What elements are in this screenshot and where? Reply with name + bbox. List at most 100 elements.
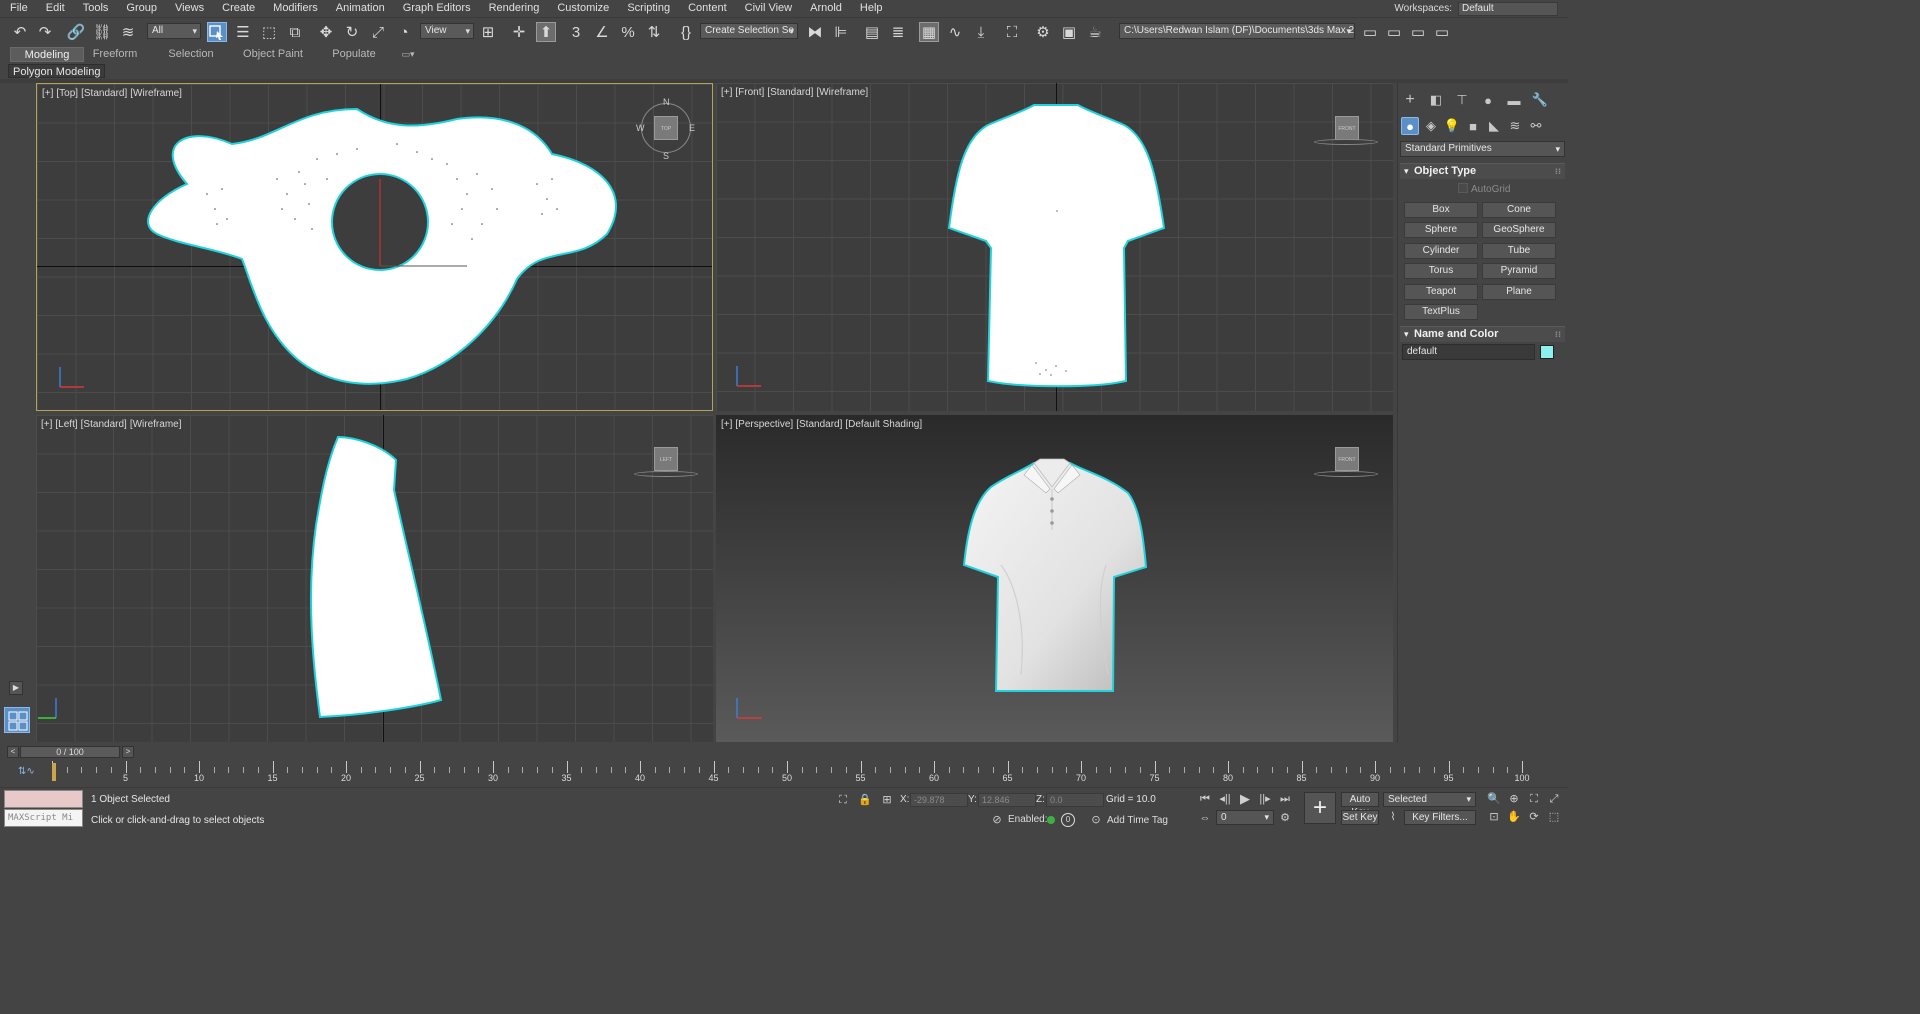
menu-graph-editors[interactable]: Graph Editors [394, 0, 480, 17]
select-manipulate-icon[interactable]: ✛ [509, 22, 529, 42]
menu-tools[interactable]: Tools [74, 0, 118, 17]
menu-scripting[interactable]: Scripting [618, 0, 679, 17]
link-icon[interactable]: 🔗 [66, 22, 86, 42]
selection-filter-dropdown[interactable]: All [147, 23, 201, 39]
create-project-icon[interactable]: ▭ [1384, 22, 1404, 42]
autogrid-checkbox[interactable]: AutoGrid [1458, 183, 1510, 195]
expand-layout-icon[interactable]: ▶ [9, 681, 23, 695]
bind-space-warp-icon[interactable]: ≋ [118, 22, 138, 42]
modify-tab-icon[interactable]: ◧ [1427, 91, 1445, 109]
key-filters-button[interactable]: Key Filters... [1404, 810, 1476, 825]
selection-lock-icon[interactable]: 🔒 [858, 793, 872, 807]
reference-coordinate-dropdown[interactable]: View [420, 23, 474, 39]
align-icon[interactable]: ⊫ [831, 22, 851, 42]
menu-animation[interactable]: Animation [327, 0, 394, 17]
tab-populate[interactable]: Populate [324, 47, 384, 62]
box-button[interactable]: Box [1404, 202, 1478, 218]
rotate-icon[interactable]: ↻ [342, 22, 362, 42]
rendered-frame-window-icon[interactable]: ▣ [1059, 22, 1079, 42]
render-production-icon[interactable]: ☕ [1085, 22, 1105, 42]
keyboard-shortcut-override-icon[interactable]: ⬆ [536, 22, 556, 42]
track-bar[interactable]: ⇅∿ 5 10 15 20 25 30 35 40 45 50 55 60 65 70 75 80 85 90 95… [0, 761, 1568, 787]
scale-icon[interactable]: ⤢ [368, 22, 388, 42]
pivot-center-icon[interactable]: ⊞ [478, 22, 498, 42]
viewport-layout-icon[interactable] [4, 707, 30, 733]
menu-help[interactable]: Help [851, 0, 892, 17]
previous-frame-icon[interactable]: ◂|| [1218, 792, 1232, 806]
play-icon[interactable]: ▶ [1238, 792, 1252, 806]
project-folder-icon[interactable]: ▭ [1360, 22, 1380, 42]
workspace-dropdown[interactable]: Default [1458, 1, 1558, 16]
maxscript-listener[interactable]: MAXScript Mi [4, 790, 83, 827]
viewcube-ring[interactable] [634, 471, 698, 477]
tab-object-paint[interactable]: Object Paint [240, 47, 306, 62]
layer-explorer-icon[interactable]: ≣ [888, 22, 908, 42]
save-project-icon[interactable]: ▭ [1432, 22, 1452, 42]
viewcube-ring[interactable] [1314, 471, 1378, 477]
object-name-field[interactable]: default [1402, 344, 1535, 360]
time-configuration-icon[interactable]: ⚙ [1278, 811, 1292, 825]
menu-file[interactable]: File [0, 0, 37, 17]
systems-icon[interactable]: ⚯ [1527, 117, 1545, 135]
zoom-extents-all-icon[interactable]: ⤢ [1547, 792, 1561, 806]
default-in-out-tangents-icon[interactable]: ⌇ [1386, 810, 1400, 824]
viewcube-ring[interactable] [1314, 139, 1378, 145]
add-time-tag[interactable]: Add Time Tag [1107, 815, 1168, 826]
scene-explorer-icon[interactable]: ▤ [862, 22, 882, 42]
teapot-button[interactable]: Teapot [1404, 284, 1478, 300]
space-warps-icon[interactable]: ≋ [1506, 117, 1524, 135]
menu-rendering[interactable]: Rendering [480, 0, 549, 17]
primitive-category-dropdown[interactable]: Standard Primitives [1400, 141, 1565, 157]
move-icon[interactable]: ✥ [316, 22, 336, 42]
zoom-extents-icon[interactable]: ⛶ [1527, 792, 1541, 806]
render-setup-icon[interactable]: ⚙ [1033, 22, 1053, 42]
time-slider-prev-icon[interactable]: < [7, 746, 19, 758]
motion-tab-icon[interactable]: ● [1479, 91, 1497, 109]
cone-button[interactable]: Cone [1482, 202, 1556, 218]
placement-icon[interactable]: ◔ [394, 22, 414, 42]
viewport-perspective[interactable]: [+] [Perspective] [Standard] [Default Shadi… [716, 415, 1393, 742]
pyramid-button[interactable]: Pyramid [1482, 263, 1556, 279]
maxscript-output[interactable] [4, 790, 83, 808]
menu-customize[interactable]: Customize [548, 0, 618, 17]
maximize-viewport-icon[interactable]: ⬚ [1547, 810, 1561, 824]
key-selection-dropdown[interactable]: Selected [1383, 792, 1476, 807]
time-tag-icon[interactable]: ⊙ [1089, 813, 1103, 827]
absolute-mode-icon[interactable]: ⊞ [880, 793, 894, 807]
select-object-icon[interactable] [207, 22, 227, 42]
set-key-button[interactable]: Set Key [1341, 810, 1379, 825]
y-coord-field[interactable]: 12.846 [978, 793, 1036, 807]
project-path-dropdown[interactable]: C:\Users\Redwan Islam (DF)\Documents\3ds… [1119, 23, 1355, 39]
display-tab-icon[interactable]: ▬ [1505, 91, 1523, 109]
window-crossing-icon[interactable]: ⧉ [285, 22, 305, 42]
named-selection-set-dropdown[interactable]: Create Selection Se [700, 23, 798, 39]
spinner-snap-icon[interactable]: ⇅ [644, 22, 664, 42]
viewcube-left[interactable]: LEFT [654, 447, 678, 471]
helpers-icon[interactable]: ◣ [1485, 117, 1503, 135]
shapes-icon[interactable]: ◈ [1422, 117, 1440, 135]
pan-view-icon[interactable]: ✋ [1507, 810, 1521, 824]
ribbon-toggle-icon[interactable]: ▦ [919, 22, 939, 42]
adaptive-degradation-icon[interactable]: ⊘ [990, 813, 1004, 827]
menu-modifiers[interactable]: Modifiers [264, 0, 327, 17]
time-slider-next-icon[interactable]: > [122, 746, 134, 758]
current-frame-field[interactable]: 0 [1216, 810, 1274, 825]
utilities-tab-icon[interactable]: 🔧 [1531, 91, 1549, 109]
menu-edit[interactable]: Edit [37, 0, 74, 17]
menu-group[interactable]: Group [117, 0, 166, 17]
mini-curve-editor-icon[interactable]: ⇅∿ [18, 766, 35, 777]
create-tab-icon[interactable]: + [1401, 91, 1419, 109]
menu-civil-view[interactable]: Civil View [736, 0, 801, 17]
tab-freeform[interactable]: Freeform [88, 47, 142, 62]
ribbon-options-icon[interactable]: ▭▾ [398, 47, 418, 62]
rectangular-selection-icon[interactable]: ⬚ [259, 22, 279, 42]
viewcube-front[interactable]: FRONT [1335, 116, 1359, 140]
lights-icon[interactable]: 💡 [1443, 117, 1461, 135]
mirror-icon[interactable]: ⧓ [805, 22, 825, 42]
x-coord-field[interactable]: -29.878 [910, 793, 968, 807]
time-slider-track[interactable] [134, 746, 1396, 758]
snaps-toggle-icon[interactable]: 3 [566, 22, 586, 42]
menu-views[interactable]: Views [166, 0, 213, 17]
next-frame-icon[interactable]: ||▸ [1258, 792, 1272, 806]
torus-button[interactable]: Torus [1404, 263, 1478, 279]
